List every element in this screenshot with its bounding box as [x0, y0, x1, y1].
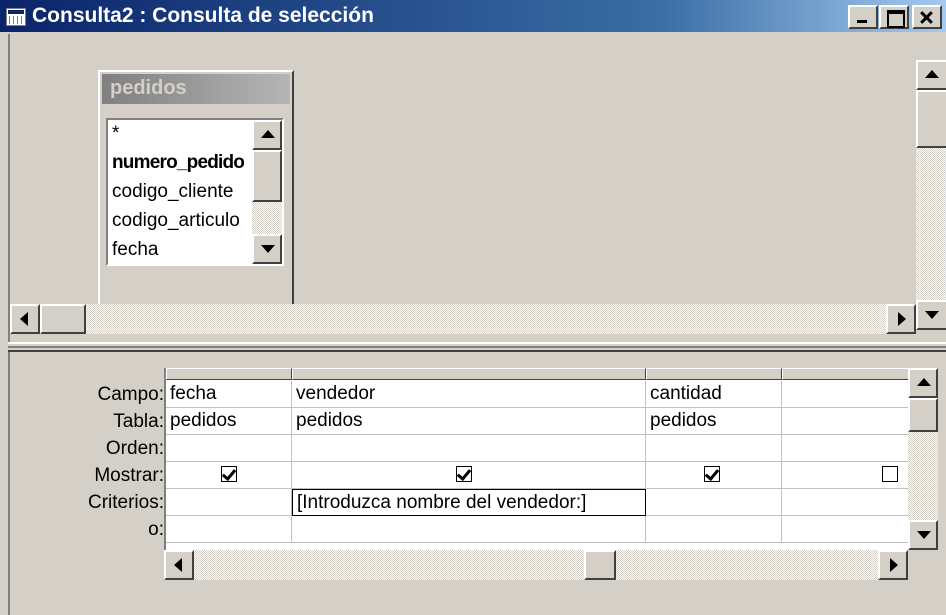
row-label-tabla: Tabla:	[113, 411, 164, 432]
grid-cell-mostrar[interactable]	[646, 462, 782, 489]
scroll-thumb[interactable]	[916, 90, 946, 148]
field-list-item[interactable]: fecha	[108, 236, 248, 264]
row-label-criterios: Criterios:	[87, 492, 164, 513]
field-list-item[interactable]: codigo_articulo	[108, 207, 248, 236]
table-pane[interactable]: pedidos * numero_pedido codigo_cliente c…	[8, 34, 946, 344]
grid-cell-criterios[interactable]	[782, 489, 908, 516]
column-selector[interactable]	[646, 368, 782, 380]
grid-cell-orden[interactable]	[782, 435, 908, 462]
scroll-left-icon	[20, 312, 28, 326]
scroll-down-button[interactable]	[252, 234, 282, 264]
field-list-item[interactable]: *	[108, 120, 248, 149]
scroll-up-icon	[925, 70, 939, 78]
grid-cell-criterios[interactable]	[166, 489, 292, 516]
scroll-left-icon	[174, 558, 182, 572]
design-grid[interactable]: fecha pedidos vendedor pedidos [Introduz…	[164, 368, 908, 550]
grid-cell-orden[interactable]	[292, 435, 646, 462]
column-selector[interactable]	[292, 368, 646, 380]
scroll-left-button[interactable]	[164, 550, 194, 580]
row-label-o: o:	[148, 519, 164, 540]
pane-splitter[interactable]	[8, 342, 946, 352]
title-bar[interactable]: Consulta2 : Consulta de selección	[0, 0, 946, 34]
scroll-down-icon	[925, 311, 939, 319]
minimize-button[interactable]	[848, 5, 878, 29]
grid-cell-campo[interactable]: fecha	[166, 381, 292, 408]
scroll-up-button[interactable]	[908, 368, 938, 398]
grid-cell-campo[interactable]: vendedor	[292, 381, 646, 408]
grid-cell-campo[interactable]	[782, 381, 908, 408]
grid-cell-criterios[interactable]: [Introduzca nombre del vendedor:]	[292, 489, 646, 516]
column-selector[interactable]	[166, 368, 292, 380]
grid-cell-campo[interactable]: cantidad	[646, 381, 782, 408]
scroll-up-button[interactable]	[916, 60, 946, 90]
maximize-button[interactable]	[879, 5, 909, 29]
table-pane-vscroll[interactable]	[916, 60, 946, 330]
scroll-right-button[interactable]	[878, 550, 908, 580]
scroll-down-icon	[917, 531, 931, 539]
scroll-up-icon	[917, 378, 931, 386]
scroll-up-button[interactable]	[252, 120, 282, 150]
grid-cell-tabla[interactable]	[782, 408, 908, 435]
grid-cell-o[interactable]	[646, 516, 782, 543]
scroll-thumb[interactable]	[252, 150, 282, 202]
scroll-thumb[interactable]	[908, 398, 938, 432]
field-list-scrollbar[interactable]	[252, 120, 282, 264]
show-checkbox[interactable]	[221, 466, 237, 482]
scroll-right-icon	[890, 558, 898, 572]
grid-cell-mostrar[interactable]	[292, 462, 646, 489]
field-list-title[interactable]: pedidos	[102, 74, 290, 104]
field-list-item[interactable]: numero_pedido	[108, 149, 248, 178]
grid-vscroll[interactable]	[908, 368, 938, 550]
row-label-campo: Campo:	[97, 384, 164, 405]
scroll-down-button[interactable]	[916, 300, 946, 330]
query-window-icon[interactable]	[6, 8, 26, 26]
grid-cell-mostrar[interactable]	[782, 462, 908, 489]
grid-cell-tabla[interactable]: pedidos	[166, 408, 292, 435]
scroll-down-button[interactable]	[908, 520, 938, 550]
grid-cell-o[interactable]	[292, 516, 646, 543]
row-label-mostrar: Mostrar:	[94, 465, 164, 486]
scroll-left-button[interactable]	[10, 304, 40, 334]
grid-cell-orden[interactable]	[646, 435, 782, 462]
scroll-up-icon	[261, 130, 275, 138]
grid-cell-tabla[interactable]: pedidos	[646, 408, 782, 435]
grid-cell-o[interactable]	[166, 516, 292, 543]
show-checkbox[interactable]	[882, 466, 898, 482]
row-label-orden: Orden:	[105, 438, 164, 459]
column-selector[interactable]	[782, 368, 908, 380]
field-list-item[interactable]: codigo_cliente	[108, 178, 248, 207]
field-list-window[interactable]: pedidos * numero_pedido codigo_cliente c…	[98, 70, 294, 318]
table-pane-hscroll[interactable]	[10, 304, 916, 334]
grid-cell-orden[interactable]	[166, 435, 292, 462]
scroll-thumb[interactable]	[584, 550, 616, 580]
scroll-down-icon	[261, 245, 275, 253]
scroll-thumb[interactable]	[40, 304, 86, 334]
show-checkbox[interactable]	[456, 466, 472, 482]
close-button[interactable]	[912, 5, 942, 29]
grid-hscroll[interactable]	[164, 550, 908, 580]
scroll-right-icon	[898, 312, 906, 326]
field-list-box[interactable]: * numero_pedido codigo_cliente codigo_ar…	[106, 118, 284, 266]
show-checkbox[interactable]	[704, 466, 720, 482]
scroll-right-button[interactable]	[886, 304, 916, 334]
grid-cell-o[interactable]	[782, 516, 908, 543]
grid-cell-mostrar[interactable]	[166, 462, 292, 489]
window-title: Consulta2 : Consulta de selección	[32, 4, 374, 27]
grid-cell-tabla[interactable]: pedidos	[292, 408, 646, 435]
grid-cell-criterios[interactable]	[646, 489, 782, 516]
